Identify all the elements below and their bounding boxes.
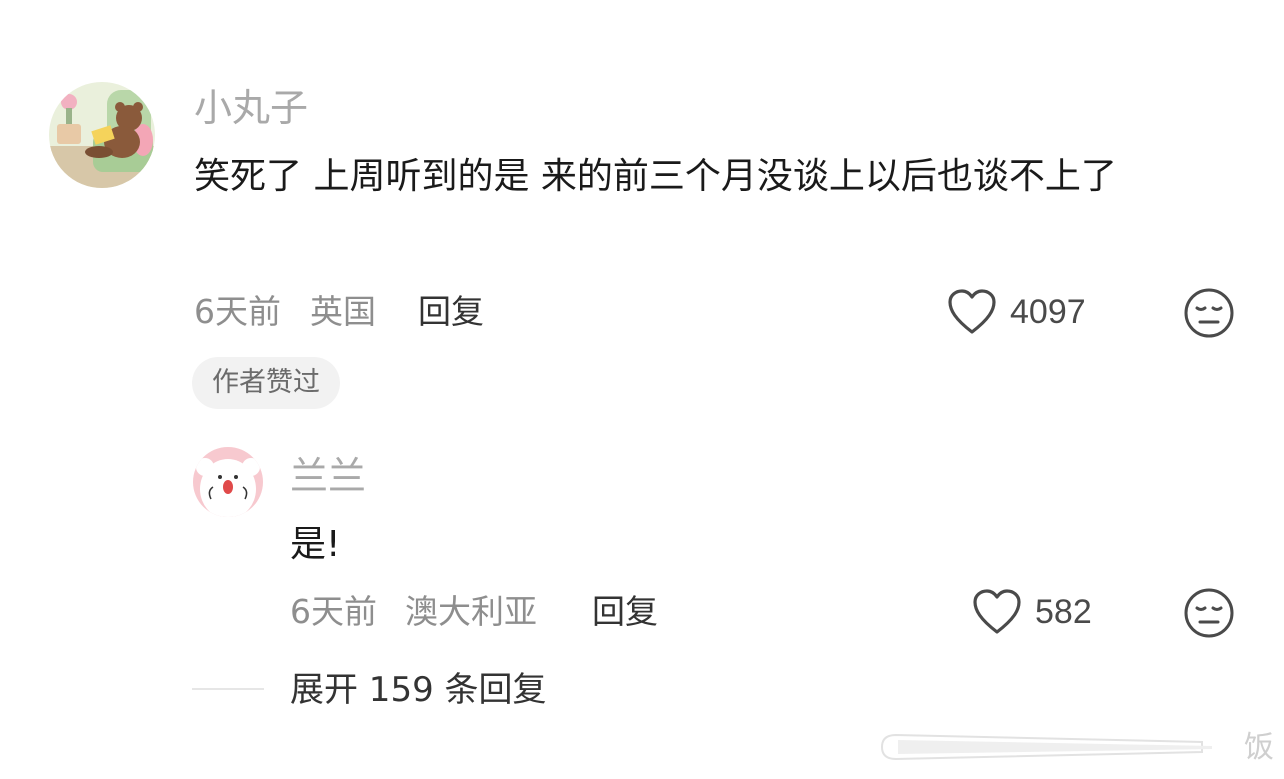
- reply-username[interactable]: 兰兰: [290, 452, 366, 500]
- comment-location: 英国: [310, 292, 376, 331]
- neutral-face-icon: [1184, 288, 1234, 338]
- comment-dislike-button[interactable]: [1183, 287, 1235, 339]
- comment-time: 6天前: [194, 292, 281, 331]
- comment-text: 笑死了 上周听到的是 来的前三个月没谈上以后也谈不上了: [194, 156, 1117, 197]
- author-liked-badge: 作者赞过: [192, 357, 340, 409]
- reply-dislike-button[interactable]: [1183, 587, 1235, 639]
- watermark-logo: [872, 730, 1242, 764]
- comment-like-count: 4097: [1010, 293, 1086, 331]
- reply-avatar[interactable]: [193, 447, 263, 517]
- watermark-text: 饭: [1244, 730, 1274, 765]
- comment-like-button[interactable]: [947, 288, 997, 336]
- expand-divider: [192, 688, 264, 690]
- reply-like-button[interactable]: [972, 588, 1022, 636]
- reply-text: 是!: [290, 524, 341, 565]
- reply-reply-button[interactable]: 回复: [592, 590, 658, 634]
- comment-reply-button[interactable]: 回复: [418, 290, 484, 334]
- reply-location: 澳大利亚: [405, 592, 537, 631]
- reply-like-count: 582: [1035, 593, 1092, 631]
- reply-time: 6天前: [290, 592, 377, 631]
- neutral-face-icon: [1184, 588, 1234, 638]
- comment-username[interactable]: 小丸子: [194, 84, 308, 132]
- heart-icon: [973, 589, 1021, 634]
- avatar[interactable]: [49, 82, 155, 188]
- heart-icon: [948, 289, 996, 334]
- expand-replies-button[interactable]: 展开 159 条回复: [290, 668, 547, 712]
